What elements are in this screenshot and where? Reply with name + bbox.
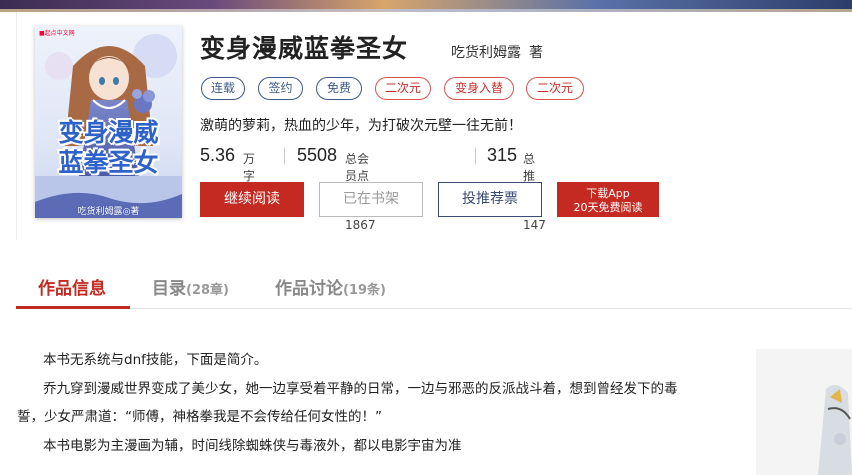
book-intro: 激萌的萝莉，热血的少年，为打破次元壁一往无前！ [200,118,522,134]
cover-title: 变身漫威 蓝拳圣女 [58,118,159,177]
tab-discussion[interactable]: 作品讨论(19条) [275,274,386,299]
continue-reading-button[interactable]: 继续阅读 [200,182,304,217]
recommend-count: 315 [487,145,518,165]
download-app-sublabel: 20天免费阅读 [573,201,643,214]
on-shelf-button[interactable]: 已在书架 [319,182,423,217]
top-banner [0,0,852,12]
tag-genre[interactable]: 二次元 [526,77,584,100]
tab-book-info[interactable]: 作品信息 [38,274,106,299]
recommend-vote-button[interactable]: 投推荐票 [438,182,542,217]
side-character-image [756,349,852,475]
download-app-label: 下载App [586,187,630,200]
tag-serial: 连载 [201,77,245,100]
description-line: 乔九穿到漫威世界变成了美少女，她一边享受着平静的日常，一边与邪恶的反派战斗着，想… [43,380,678,397]
author-suffix: 著 [529,45,543,61]
author-link[interactable]: 吃货利姆露 [451,42,521,62]
cover-author: 吃货利姆露◎著 [77,207,140,217]
description-line: 本书无系统与dnf技能，下面是简介。 [43,352,268,368]
book-description: 本书无系统与dnf技能，下面是简介。 乔九穿到漫威世界变成了美少女，她一边享受着… [17,346,717,460]
word-count-unit: 万字 [243,152,256,183]
book-cover[interactable]: ■起点中文网 变身漫威 蓝拳圣女 吃货利姆露◎著 [35,26,182,218]
tag-subcategory[interactable]: 变身入替 [444,77,514,100]
description-line: 誓，少女严肃道：“师傅，神格拳我是不会传给任何女性的！” [17,409,382,425]
tag-free: 免费 [316,77,362,100]
download-app-button[interactable]: 下载App 20天免费阅读 [557,182,659,217]
content-tabs: 作品信息 目录(28章) 作品讨论(19条) [16,264,852,309]
stat-divider [475,148,476,164]
tag-signed: 签约 [258,77,303,100]
tag-category[interactable]: 二次元 [375,77,431,100]
word-count: 5.36 [200,145,236,165]
description-line: 本书电影为主漫画为辅，时间线除蜘蛛侠与毒液外，都以电影宇宙为准 [43,437,462,454]
cover-brand-mark: ■起点中文网 [39,30,75,37]
book-title: 变身漫威蓝拳圣女 [200,34,409,63]
active-tab-indicator [16,306,130,309]
click-count: 5508 [297,145,338,165]
stat-divider [284,148,285,164]
tab-catalog[interactable]: 目录(28章) [152,274,229,299]
side-illustration [756,349,852,475]
